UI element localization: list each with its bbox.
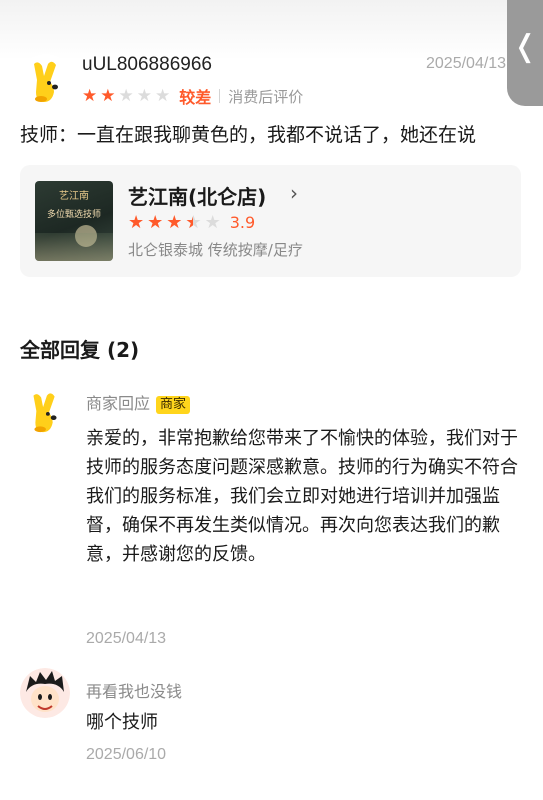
merchant-badge: 商家 — [156, 396, 191, 414]
reply-date: 2025/04/13 — [86, 630, 167, 647]
star-empty-icon: ★ — [136, 85, 152, 106]
star-half-icon: ★ — [185, 213, 201, 232]
star-filled-icon: ★ — [147, 211, 164, 233]
reviewer-username[interactable]: uUL806886966 — [82, 54, 212, 76]
side-collapse-tab[interactable]: ❬ — [507, 0, 543, 106]
divider — [219, 89, 221, 103]
chevron-left-icon: ❬ — [512, 29, 538, 64]
reply-body: 亲爱的，非常抱歉给您带来了不愉快的体验，我们对于技师的服务态度问题深感歉意。技师… — [86, 428, 518, 565]
thumbnail-subtitle: 多位甄选技师 — [46, 210, 101, 220]
mascot-avatar-icon — [20, 386, 70, 436]
replies-heading: 全部回复 (2) — [20, 338, 140, 362]
reply-author-name: 商家回应 — [86, 394, 151, 413]
star-filled-icon: ★ — [100, 85, 116, 106]
user-avatar[interactable] — [20, 668, 70, 718]
star-filled-icon: ★ — [166, 211, 183, 233]
rating-word: 较差 — [179, 88, 212, 107]
top-fade — [0, 0, 543, 60]
review-text: 技师：一直在跟我聊黄色的，我都不说话了，她还在说 — [20, 124, 477, 146]
review-date: 2025/04/13 — [426, 55, 507, 72]
shop-card[interactable]: 艺江南 多位甄选技师 艺江南(北仑店) › ★ ★ ★ ★ ★ 3.9 北仑银泰… — [20, 165, 521, 277]
reviewer-avatar[interactable] — [20, 54, 72, 106]
reply-date: 2025/06/10 — [86, 746, 167, 763]
chevron-right-icon: › — [290, 181, 298, 205]
thumbnail-landscape — [35, 233, 113, 261]
star-filled-icon: ★ — [82, 85, 98, 106]
review-rating: ★ ★ ★ ★ ★ 较差 消费后评价 — [82, 84, 303, 108]
star-empty-icon: ★ — [155, 85, 171, 106]
star-empty-icon: ★ — [118, 85, 134, 106]
shop-location-category: 北仑银泰城 传统按摩/足疗 — [128, 241, 303, 259]
shop-name[interactable]: 艺江南(北仑店) — [128, 181, 266, 210]
shop-thumbnail: 艺江南 多位甄选技师 — [35, 181, 113, 261]
thumbnail-title: 艺江南 — [59, 191, 89, 202]
reply-author: 商家回应 商家 — [86, 390, 191, 414]
shop-rating: ★ ★ ★ ★ ★ 3.9 — [128, 213, 255, 232]
reply-body: 哪个技师 — [86, 712, 158, 733]
cartoon-boy-avatar-icon — [20, 668, 70, 718]
shop-score: 3.9 — [229, 213, 256, 232]
star-filled-icon: ★ — [128, 211, 145, 233]
star-empty-icon: ★ — [204, 211, 221, 233]
merchant-avatar[interactable] — [20, 386, 70, 436]
reply-author-name: 再看我也没钱 — [86, 682, 183, 701]
mascot-avatar-icon — [20, 54, 72, 106]
rating-note: 消费后评价 — [228, 87, 304, 106]
